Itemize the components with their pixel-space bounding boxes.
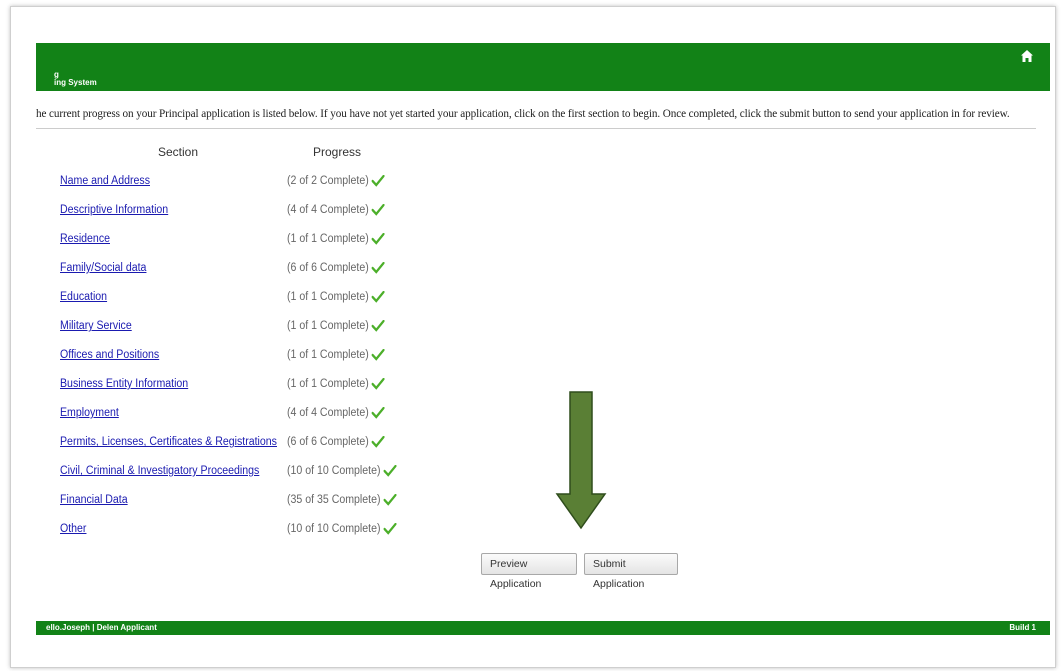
progress-text: (1 of 1 Complete): [287, 378, 369, 390]
section-link[interactable]: Descriptive Information: [60, 204, 168, 216]
section-progress: (1 of 1 Complete): [287, 320, 385, 332]
header-bar: g ing System: [36, 43, 1050, 91]
section-link[interactable]: Military Service: [60, 320, 132, 332]
section-link[interactable]: Financial Data: [60, 494, 128, 506]
section-progress: (4 of 4 Complete): [287, 204, 385, 216]
progress-text: (1 of 1 Complete): [287, 291, 369, 303]
footer-bar: ello.Joseph | Delen Applicant Build 1: [36, 621, 1050, 635]
section-link[interactable]: Other: [60, 523, 86, 535]
footer-user-info: ello.Joseph | Delen Applicant: [46, 623, 157, 632]
check-icon: [383, 523, 397, 535]
section-link[interactable]: Permits, Licenses, Certificates & Regist…: [60, 436, 277, 448]
section-progress: (6 of 6 Complete): [287, 436, 385, 448]
progress-text: (4 of 4 Complete): [287, 407, 369, 419]
progress-text: (1 of 1 Complete): [287, 233, 369, 245]
section-link[interactable]: Employment: [60, 407, 119, 419]
section-progress: (35 of 35 Complete): [287, 494, 397, 506]
check-icon: [371, 407, 385, 419]
progress-text: (10 of 10 Complete): [287, 465, 381, 477]
section-link[interactable]: Civil, Criminal & Investigatory Proceedi…: [60, 465, 259, 477]
section-progress: (10 of 10 Complete): [287, 465, 397, 477]
check-icon: [371, 291, 385, 303]
section-progress: (2 of 2 Complete): [287, 175, 385, 187]
progress-text: (6 of 6 Complete): [287, 262, 369, 274]
section-link[interactable]: Business Entity Information: [60, 378, 188, 390]
check-icon: [371, 436, 385, 448]
footer-build: Build 1: [1009, 623, 1036, 632]
down-arrow-icon: [555, 391, 607, 530]
section-progress: (1 of 1 Complete): [287, 291, 385, 303]
check-icon: [383, 465, 397, 477]
progress-text: (10 of 10 Complete): [287, 523, 381, 535]
check-icon: [371, 320, 385, 332]
check-icon: [371, 233, 385, 245]
section-link[interactable]: Residence: [60, 233, 110, 245]
home-icon[interactable]: [1020, 49, 1034, 63]
progress-column-header: Progress: [313, 145, 362, 159]
app-title: g ing System: [54, 71, 97, 87]
progress-text: (35 of 35 Complete): [287, 494, 381, 506]
section-link[interactable]: Name and Address: [60, 175, 150, 187]
app-title-line2: ing System: [54, 78, 97, 87]
check-icon: [371, 349, 385, 361]
progress-text: (2 of 2 Complete): [287, 175, 369, 187]
section-progress: (1 of 1 Complete): [287, 349, 385, 361]
section-link[interactable]: Education: [60, 291, 107, 303]
section-progress: (1 of 1 Complete): [287, 378, 385, 390]
preview-application-button[interactable]: Preview Application: [481, 553, 577, 590]
progress-text: (1 of 1 Complete): [287, 320, 369, 332]
section-progress: (6 of 6 Complete): [287, 262, 385, 274]
progress-text: (6 of 6 Complete): [287, 436, 369, 448]
submit-application-button[interactable]: Submit Application: [584, 553, 678, 590]
section-progress: (10 of 10 Complete): [287, 523, 397, 535]
section-link[interactable]: Family/Social data: [60, 262, 146, 274]
check-icon: [371, 262, 385, 274]
divider: [36, 128, 1036, 129]
check-icon: [371, 378, 385, 390]
check-icon: [383, 494, 397, 506]
section-link[interactable]: Offices and Positions: [60, 349, 159, 361]
progress-text: (1 of 1 Complete): [287, 349, 369, 361]
progress-text: (4 of 4 Complete): [287, 204, 369, 216]
section-progress: (4 of 4 Complete): [287, 407, 385, 419]
section-progress: (1 of 1 Complete): [287, 233, 385, 245]
check-icon: [371, 175, 385, 187]
check-icon: [371, 204, 385, 216]
intro-text: he current progress on your Principal ap…: [36, 108, 1010, 120]
section-column-header: Section: [158, 145, 199, 159]
